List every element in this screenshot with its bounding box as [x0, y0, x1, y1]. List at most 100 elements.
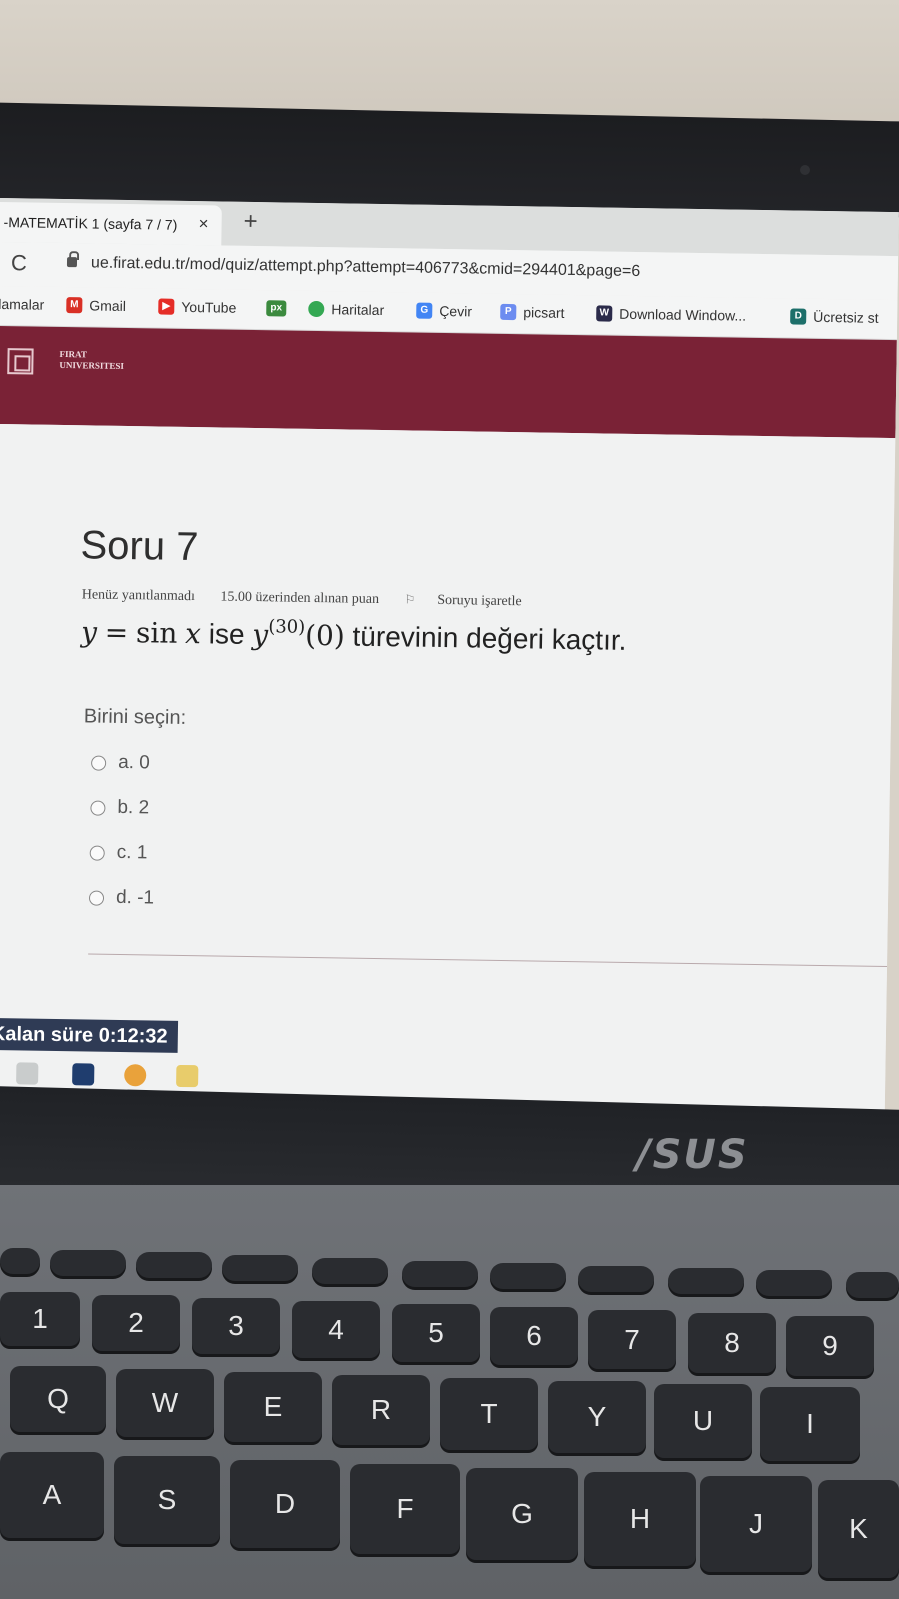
- reload-icon[interactable]: C: [11, 250, 27, 276]
- bookmark-label: YouTube: [181, 298, 237, 316]
- question-text: y = sin x ise y(30)(0) türevinin değeri …: [81, 613, 627, 657]
- math-y: y: [80, 615, 98, 649]
- download-icon: W: [596, 305, 613, 322]
- key-f10[interactable]: [846, 1272, 899, 1298]
- radio-a[interactable]: [91, 755, 107, 771]
- timer-label: Kalan süre: [0, 1022, 94, 1047]
- key-j[interactable]: J: [700, 1476, 812, 1572]
- key-f[interactable]: F: [350, 1464, 460, 1554]
- key-esc[interactable]: [0, 1248, 40, 1274]
- webcam: [800, 165, 810, 175]
- math-order: (30): [268, 616, 306, 638]
- key-d[interactable]: D: [230, 1460, 340, 1548]
- key-9[interactable]: 9: [786, 1316, 874, 1376]
- answer-label: b. 2: [117, 796, 150, 819]
- key-u[interactable]: U: [654, 1384, 752, 1458]
- lock-icon[interactable]: [66, 257, 78, 268]
- key-e[interactable]: E: [224, 1372, 322, 1442]
- bookmark-download-windows[interactable]: W Download Window...: [596, 305, 746, 324]
- key-i[interactable]: I: [760, 1387, 860, 1461]
- key-h[interactable]: H: [584, 1472, 696, 1566]
- key-f7[interactable]: [578, 1266, 654, 1292]
- question-points: 15.00 üzerinden alınan puan: [220, 589, 380, 608]
- brand-logo: /SUS: [636, 1132, 749, 1178]
- text-ise: ise: [208, 618, 245, 650]
- photoshop-icon[interactable]: [72, 1063, 95, 1086]
- math-x: x: [184, 616, 202, 651]
- bookmark-label: Ücretsiz st: [813, 308, 879, 326]
- flag-label: Soruyu işaretle: [437, 592, 522, 610]
- address-bar[interactable]: ue.firat.edu.tr/mod/quiz/attempt.php?att…: [91, 254, 640, 281]
- answer-option-c[interactable]: c. 1: [89, 841, 148, 864]
- key-y[interactable]: Y: [548, 1381, 646, 1453]
- key-f3[interactable]: [222, 1255, 298, 1281]
- key-r[interactable]: R: [332, 1375, 430, 1445]
- timer-value: 0:12:32: [98, 1024, 168, 1048]
- bookmark-picsart[interactable]: P picsart: [500, 303, 565, 321]
- px-icon: px: [266, 300, 287, 317]
- key-w[interactable]: W: [116, 1369, 214, 1437]
- new-tab-icon[interactable]: +: [243, 208, 257, 236]
- key-g[interactable]: G: [466, 1468, 578, 1560]
- laptop-screen: -MATEMATİK 1 (sayfa 7 / 7) × + C ue.fira…: [0, 198, 899, 1153]
- text-tail: türevinin değeri kaçtır.: [352, 620, 627, 656]
- picsart-icon: P: [500, 303, 517, 321]
- question-info: Henüz yanıtlanmadı 15.00 üzerinden alına…: [82, 587, 566, 611]
- university-logo-icon[interactable]: [7, 348, 34, 375]
- answer-label: d. -1: [115, 886, 155, 909]
- bookmark-translate[interactable]: G Çevir: [416, 302, 473, 320]
- math-arg: (0): [304, 618, 346, 653]
- bookmark-gmail[interactable]: M Gmail: [66, 297, 126, 314]
- task-view-icon[interactable]: [16, 1062, 39, 1085]
- bookmark-label: Haritalar: [331, 301, 385, 319]
- tab-quiz[interactable]: -MATEMATİK 1 (sayfa 7 / 7) ×: [0, 201, 222, 246]
- question-title: Soru 7: [80, 523, 199, 570]
- answer-option-a[interactable]: a. 0: [91, 752, 150, 775]
- key-q[interactable]: Q: [10, 1366, 106, 1432]
- bookmark-youtube[interactable]: ▶ YouTube: [158, 298, 237, 316]
- key-2[interactable]: 2: [92, 1295, 180, 1351]
- answer-option-b[interactable]: b. 2: [90, 796, 149, 819]
- tab-title: -MATEMATİK 1 (sayfa 7 / 7): [3, 214, 178, 233]
- bookmark-apps[interactable]: lamalar: [0, 296, 44, 313]
- key-f5[interactable]: [402, 1261, 478, 1287]
- key-f4[interactable]: [312, 1258, 388, 1284]
- bookmark-ucretsiz[interactable]: D Ücretsiz st: [790, 308, 879, 326]
- key-6[interactable]: 6: [490, 1307, 578, 1365]
- answer-prompt: Birini seçin:: [83, 705, 187, 729]
- key-f9[interactable]: [756, 1270, 832, 1296]
- key-1[interactable]: 1: [0, 1292, 80, 1346]
- bookmark-px[interactable]: px: [266, 300, 293, 317]
- key-t[interactable]: T: [440, 1378, 538, 1450]
- gmail-icon: M: [66, 297, 83, 314]
- divider: [88, 953, 888, 968]
- key-s[interactable]: S: [114, 1456, 220, 1544]
- close-icon[interactable]: ×: [198, 214, 208, 234]
- flag-question-link[interactable]: ⚐ Soruyu işaretle: [404, 592, 543, 609]
- key-k[interactable]: K: [818, 1480, 899, 1578]
- key-f2[interactable]: [136, 1252, 212, 1278]
- bookmark-label: Çevir: [439, 302, 473, 320]
- radio-c[interactable]: [89, 844, 105, 861]
- key-a[interactable]: A: [0, 1452, 104, 1538]
- translate-icon: G: [416, 302, 433, 319]
- answer-option-d[interactable]: d. -1: [88, 886, 155, 909]
- quiz-content: Soru 7 Henüz yanıtlanmadı 15.00 üzerinde…: [0, 423, 896, 1153]
- time-remaining: Kalan süre 0:12:32: [0, 1017, 178, 1053]
- bookmark-label: lamalar: [0, 295, 45, 313]
- bookmark-maps[interactable]: Haritalar: [308, 300, 385, 319]
- radio-b[interactable]: [90, 799, 106, 816]
- key-f1[interactable]: [50, 1250, 126, 1276]
- university-name[interactable]: FIRAT UNIVERSITESI: [59, 349, 124, 372]
- key-5[interactable]: 5: [392, 1304, 480, 1362]
- key-7[interactable]: 7: [588, 1310, 676, 1369]
- chrome-icon[interactable]: [124, 1064, 147, 1087]
- folder-icon[interactable]: [176, 1064, 199, 1088]
- key-8[interactable]: 8: [688, 1313, 776, 1373]
- key-3[interactable]: 3: [192, 1298, 280, 1354]
- key-f6[interactable]: [490, 1263, 566, 1289]
- radio-d[interactable]: [88, 889, 105, 906]
- key-4[interactable]: 4: [292, 1301, 380, 1358]
- bookmark-label: Gmail: [89, 297, 127, 314]
- key-f8[interactable]: [668, 1268, 744, 1294]
